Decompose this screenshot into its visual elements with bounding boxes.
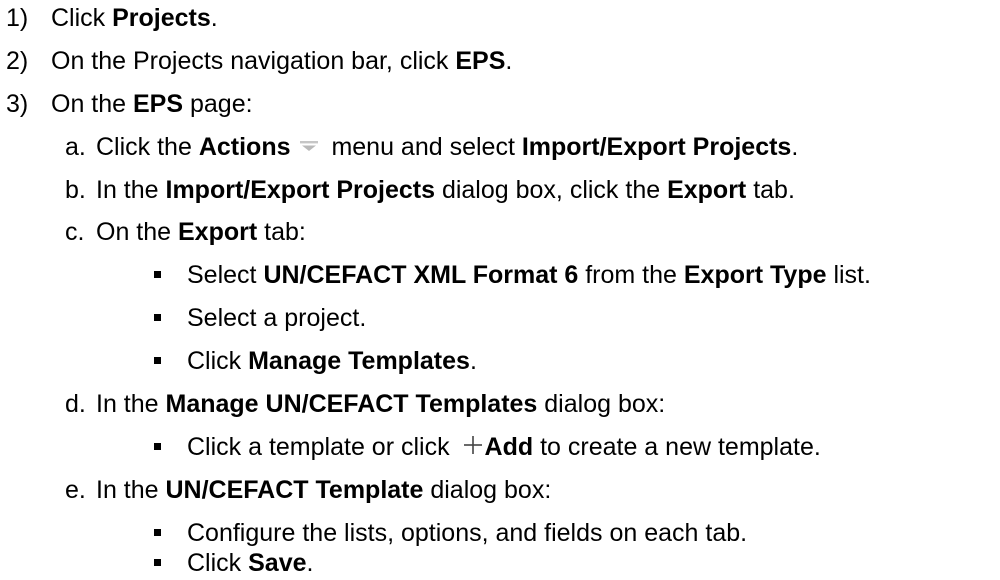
step-number: 2) [6, 47, 29, 75]
ui-term: Actions [198, 133, 291, 161]
bullet-text: Click Manage Templates. [187, 347, 477, 375]
substep-letter: d. [65, 390, 86, 418]
ui-term: EPS [133, 90, 184, 118]
step-text: On the Projects navigation bar, click EP… [51, 47, 513, 75]
ui-term: Export Type [683, 261, 827, 289]
ui-term: Projects [112, 4, 211, 32]
ui-term: Manage UN/CEFACT Templates [165, 390, 538, 418]
bullet-text: Select a project. [187, 304, 367, 332]
bullet-text: Click Save. [187, 549, 314, 577]
square-bullet-icon [154, 529, 161, 536]
substep-letter: e. [65, 476, 86, 504]
bullet-text: Configure the lists, options, and fields… [187, 519, 748, 547]
ui-term: Import/Export Projects [521, 133, 792, 161]
substep-letter: c. [65, 218, 85, 246]
ui-term: Export [178, 218, 258, 246]
ui-term: Import/Export Projects [165, 176, 436, 204]
step-text: On the EPS page: [51, 90, 253, 118]
substep-letter: b. [65, 176, 86, 204]
substep-text: In the UN/CEFACT Template dialog box: [96, 476, 552, 504]
square-bullet-icon [154, 559, 161, 566]
substep-text: On the Export tab: [96, 218, 306, 246]
step-text: Click Projects. [51, 4, 218, 32]
square-bullet-icon [154, 443, 161, 450]
plus-icon [463, 436, 482, 455]
ui-term: EPS [455, 47, 506, 75]
ui-term: Manage Templates [248, 347, 470, 375]
bullet-text: Click a template or click Add to create … [187, 433, 821, 461]
substep-text: In the Import/Export Projects dialog box… [96, 176, 795, 204]
ui-term: Save [248, 549, 307, 577]
chevron-down-icon [299, 141, 318, 152]
ui-term: Add [484, 433, 534, 461]
step-number: 3) [6, 90, 29, 118]
square-bullet-icon [154, 314, 161, 321]
bullet-text: Select UN/CEFACT XML Format 6 from the E… [187, 261, 871, 289]
substep-text: In the Manage UN/CEFACT Templates dialog… [96, 390, 666, 418]
ui-term: UN/CEFACT Template [165, 476, 424, 504]
square-bullet-icon [154, 357, 161, 364]
square-bullet-icon [154, 271, 161, 278]
ui-term: UN/CEFACT XML Format 6 [263, 261, 579, 289]
substep-letter: a. [65, 133, 86, 161]
ui-term: Export [667, 176, 747, 204]
substep-text: Click the Actions menu and select Import… [96, 133, 799, 161]
step-number: 1) [6, 4, 29, 32]
